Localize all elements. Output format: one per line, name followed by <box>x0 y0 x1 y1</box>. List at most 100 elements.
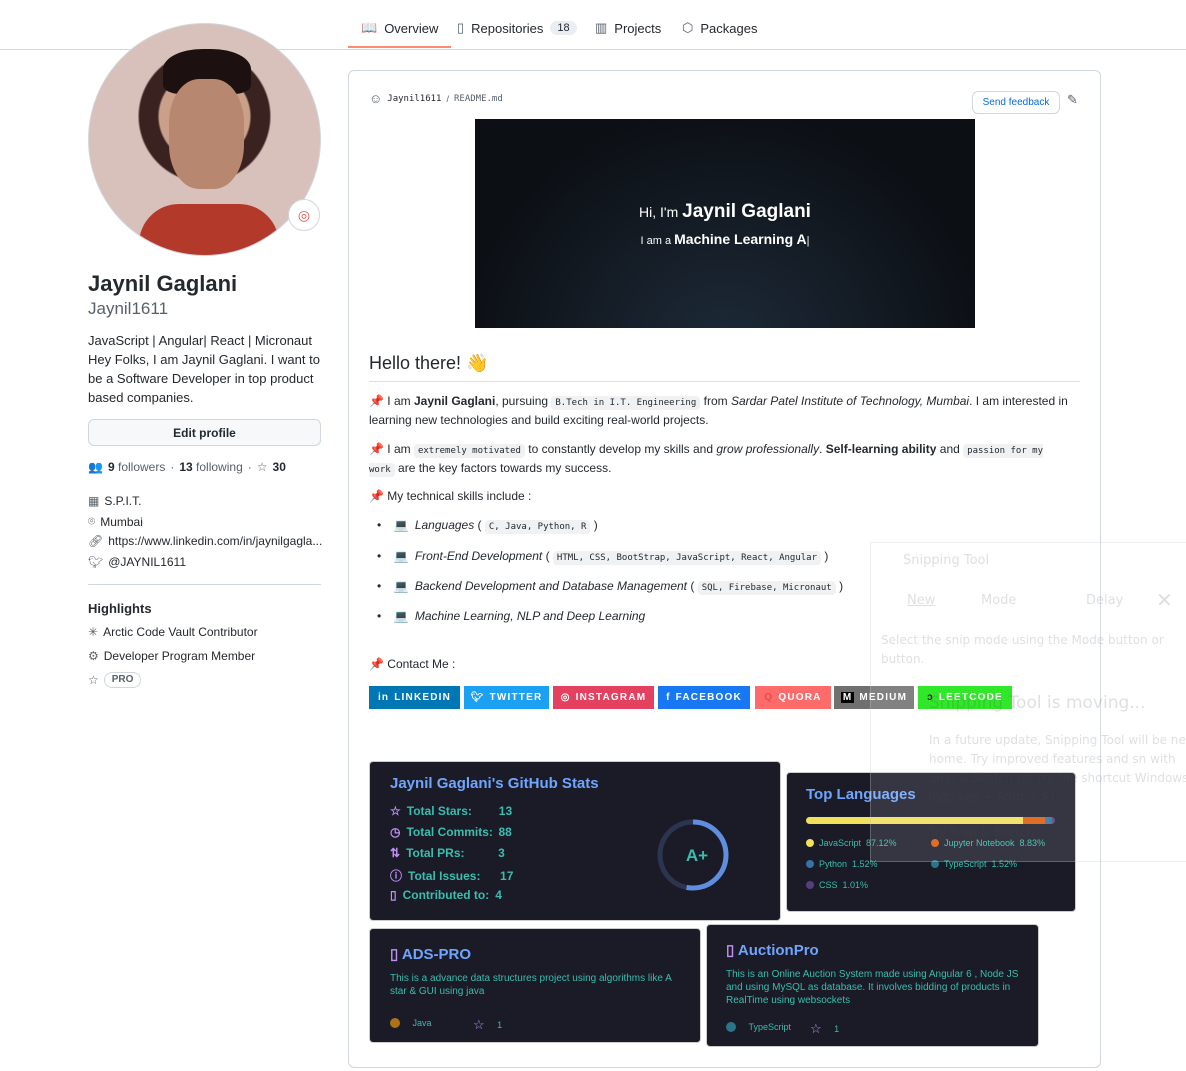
follow-stats: 👥 9 followers · 13 following · ☆ 30 <box>88 460 286 474</box>
pushpin-icon: 📌 <box>369 657 384 671</box>
language-item: JavaScript 87.12% <box>806 838 897 848</box>
highlight-item: ☆ PRO <box>88 672 142 688</box>
stars-link[interactable]: 30 <box>273 460 286 474</box>
owner-link[interactable]: Jaynil1611 <box>387 94 441 104</box>
languages-title: Top Languages <box>806 786 916 803</box>
target-icon: ◎ <box>297 206 311 223</box>
laptop-icon: 💻 <box>393 549 409 563</box>
grade-ring: A+ <box>657 819 729 891</box>
quora-icon: Q <box>764 692 774 703</box>
repo-description: This is an Online Auction System made us… <box>726 969 1019 1006</box>
tab-packages[interactable]: ⬡ Packages <box>682 18 757 38</box>
laptop-icon: 💻 <box>393 609 409 623</box>
laptop-icon: 💻 <box>393 579 409 593</box>
twitter-badge[interactable]: 🐦︎ TWITTER <box>464 686 549 709</box>
stat-row: ▯ Contributed to: 4 <box>390 888 502 902</box>
grade-text: A+ <box>686 846 708 865</box>
twitter-icon: 🐦︎ <box>88 555 104 569</box>
repo-language: TypeScript <box>726 1022 791 1032</box>
medium-badge[interactable]: M MEDIUM <box>834 686 914 709</box>
readme-heading: Hello there! 👋 <box>369 353 1080 382</box>
repo-language: Java <box>390 1018 432 1028</box>
contact-heading: 📌 Contact Me : <box>369 657 456 671</box>
laptop-icon: 💻 <box>393 518 409 532</box>
stat-row: ◷ Total Commits: 88 <box>390 825 512 839</box>
wave-icon: 👋 <box>466 353 489 373</box>
languages-bar <box>806 817 1055 824</box>
highlights-title: Highlights <box>88 601 152 616</box>
star-icon: ☆ <box>473 1017 485 1032</box>
status-emoji-button[interactable]: ◎ <box>288 199 320 231</box>
repo-icon: ▯ <box>726 942 735 959</box>
package-icon: ⬡ <box>682 20 694 35</box>
followers-link[interactable]: 9 followers <box>108 460 165 474</box>
stat-row: ⇅ Total PRs: 3 <box>390 846 505 860</box>
repo-icon: ▯ <box>390 946 399 963</box>
language-item: TypeScript 1.52% <box>931 859 1017 869</box>
pull-request-icon: ⇅ <box>390 846 401 860</box>
star-icon: ☆ <box>390 804 401 818</box>
location: ⌾ Mumbai <box>88 514 143 529</box>
profile-name: Jaynil Gaglani <box>88 271 238 296</box>
stat-row: ☆ Total Stars: 13 <box>390 804 513 818</box>
avatar[interactable] <box>88 23 321 256</box>
tab-projects[interactable]: ▥ Projects <box>595 18 661 38</box>
highlight-item: ⚙ Developer Program Member <box>88 649 256 663</box>
smiley-icon: ☺ <box>369 91 383 106</box>
project-icon: ▥ <box>595 20 608 35</box>
repo-description: This is a advance data structures projec… <box>390 973 672 997</box>
location-icon: ⌾ <box>88 514 96 528</box>
language-item: CSS 1.01% <box>806 880 868 890</box>
pro-badge: PRO <box>103 672 142 688</box>
close-icon[interactable]: ✕ <box>1156 588 1173 612</box>
skill-item: • 💻 Machine Learning, NLP and Deep Learni… <box>377 609 646 623</box>
link-icon: 🔗︎ <box>88 534 104 548</box>
tab-repositories[interactable]: ▯ Repositories 18 <box>457 18 577 38</box>
intro-paragraph: 📌 I am Jaynil Gaglani, pursuing B.Tech i… <box>369 394 1068 427</box>
repo-name-link[interactable]: AuctionPro <box>738 942 819 959</box>
pushpin-icon: 📌 <box>369 442 384 456</box>
following-link[interactable]: 13 following <box>179 460 242 474</box>
facebook-badge[interactable]: f FACEBOOK <box>658 686 750 709</box>
leetcode-icon: ↄ <box>927 692 934 703</box>
language-bar-segment <box>806 817 1023 824</box>
star-icon: ☆ <box>88 673 99 687</box>
instagram-icon: ◎ <box>560 692 571 703</box>
twitter: 🐦︎ @JAYNIL1611 <box>88 555 186 569</box>
twitter-link[interactable]: @JAYNIL1611 <box>108 555 186 569</box>
instagram-badge[interactable]: ◎ INSTAGRAM <box>553 686 654 709</box>
twitter-icon: 🐦︎ <box>470 692 485 703</box>
history-icon: ◷ <box>390 825 401 839</box>
language-item: Jupyter Notebook 8.83% <box>931 838 1045 848</box>
stats-title: Jaynil Gaglani's GitHub Stats <box>390 775 599 792</box>
company: ▦ S.P.I.T. <box>88 494 142 508</box>
skill-item: • 💻 Front-End Development ( HTML, CSS, Bo… <box>377 549 829 565</box>
repo-count: 18 <box>550 21 577 35</box>
skill-item: • 💻 Languages ( C, Java, Python, R ) <box>377 518 598 534</box>
cpu-icon: ⚙ <box>88 649 99 663</box>
linkedin-icon: in <box>377 692 390 703</box>
star-icon: ☆ <box>810 1021 822 1036</box>
pushpin-icon: 📌 <box>369 489 384 503</box>
facebook-icon: f <box>666 692 671 703</box>
quora-badge[interactable]: Q QUORA <box>755 686 831 709</box>
repo-stars: ☆ 1 <box>473 1017 503 1032</box>
book-icon: 📖 <box>361 20 378 35</box>
skill-item: • 💻 Backend Development and Database Mana… <box>377 579 844 595</box>
issue-icon: ⓘ <box>390 869 403 883</box>
readme-path: ☺ Jaynil1611/README.md <box>369 91 503 106</box>
profile-login: Jaynil1611 <box>88 299 169 318</box>
stat-row: ⓘ Total Issues: 17 <box>390 868 514 884</box>
repo-name-link[interactable]: ADS-PRO <box>402 946 471 963</box>
medium-icon: M <box>840 692 855 703</box>
tab-overview[interactable]: 📖 Overview <box>347 18 452 48</box>
motivation-paragraph: 📌 I am extremely motivated to constantly… <box>369 442 1044 477</box>
send-feedback-button[interactable]: Send feedback <box>972 91 1060 114</box>
edit-profile-button[interactable]: Edit profile <box>88 419 321 446</box>
pencil-icon[interactable]: ✎ <box>1067 92 1078 108</box>
snowflake-icon: ✳ <box>88 625 99 639</box>
leetcode-badge[interactable]: ↄ LEETCODE <box>918 686 1012 709</box>
website-link[interactable]: https://www.linkedin.com/in/jaynilgagla.… <box>108 534 322 548</box>
repo-icon: ▯ <box>390 888 397 902</box>
linkedin-badge[interactable]: in LINKEDIN <box>369 686 460 709</box>
